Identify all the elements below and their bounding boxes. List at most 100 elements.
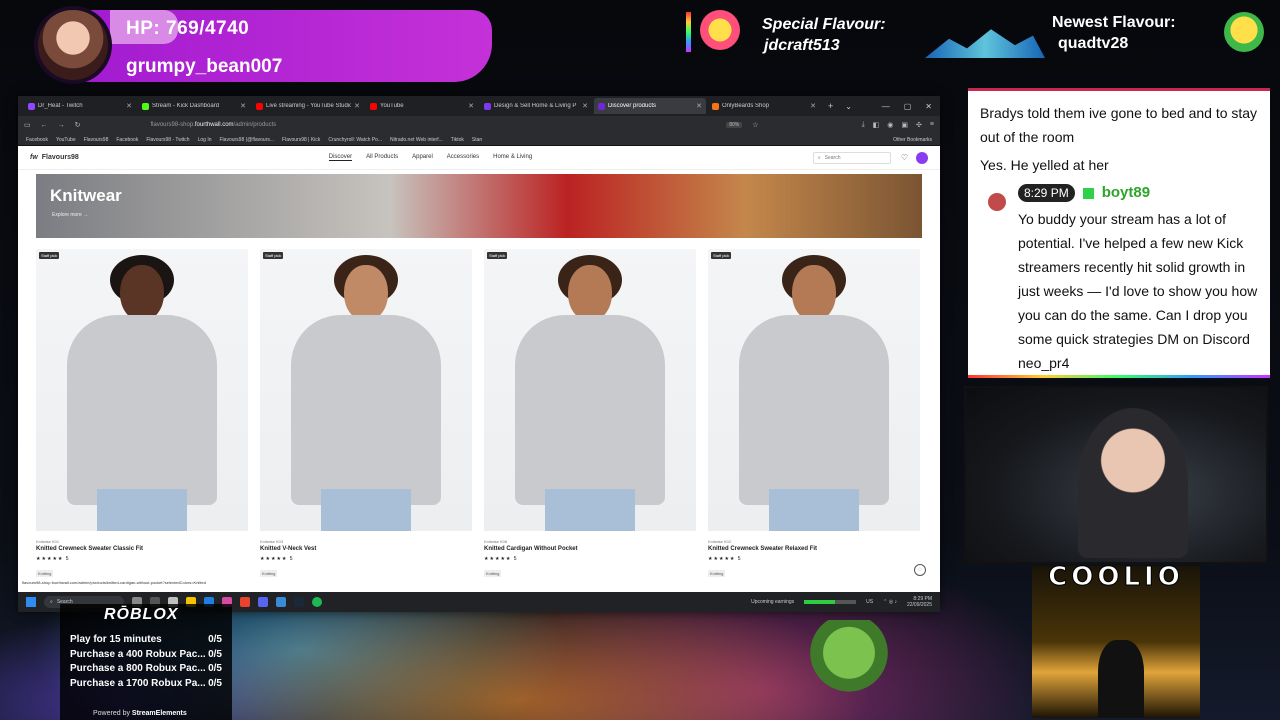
browser-tab[interactable]: OnlyBeards Shop ✕ <box>708 98 820 114</box>
extension-icon-3[interactable]: ▣ <box>901 121 908 129</box>
menu-icon[interactable]: ≡ <box>930 121 934 129</box>
tab-close-icon[interactable]: ✕ <box>126 102 132 110</box>
close-window-icon[interactable]: ✕ <box>925 102 932 111</box>
app-icon[interactable] <box>276 597 286 607</box>
bookmark-item[interactable]: Stan <box>472 137 482 143</box>
discord-icon[interactable] <box>258 597 268 607</box>
bookmark-item[interactable]: Flavours98 (@flavours... <box>220 137 275 143</box>
browser-tab[interactable]: Discover products ✕ <box>594 98 706 114</box>
download-icon[interactable]: ⤓ <box>862 121 865 129</box>
browser-tab[interactable]: Design & Sell Home & Living P ✕ <box>480 98 592 114</box>
tab-list-icon[interactable]: ⌄ <box>845 102 852 111</box>
url-field[interactable]: flavours98-shop.fourthwall.com/admin/pro… <box>151 122 277 128</box>
chat-message-body: Yo buddy your stream has a lot of potent… <box>1018 211 1258 371</box>
bookmark-item[interactable]: Facebook <box>116 137 138 143</box>
tab-close-icon[interactable]: ✕ <box>354 102 360 110</box>
spotify-icon[interactable] <box>312 597 322 607</box>
chat-message-1: Bradys told them ive gone to bed and to … <box>980 105 1258 145</box>
windows-start-icon[interactable] <box>26 597 36 607</box>
tab-close-icon[interactable]: ✕ <box>240 102 246 110</box>
site-nav-item[interactable]: Home & Living <box>493 154 532 161</box>
product-rating: ★★★★★ 5 <box>708 556 742 562</box>
tab-close-icon[interactable]: ✕ <box>582 102 588 110</box>
chat-timestamp: 8:29 PM <box>1018 184 1075 202</box>
bookmark-item[interactable]: Flavours98 - Twitch <box>146 137 189 143</box>
bookmark-item[interactable]: Tiktok <box>451 137 464 143</box>
product-card[interactable]: Staff pick Knitwise K03 Knitted V-Neck Ves… <box>260 249 472 580</box>
newest-flavour: Newest Flavour: quadtv28 <box>1052 12 1176 54</box>
product-title[interactable]: Knitted V-Neck Vest <box>260 546 472 552</box>
site-nav-item[interactable]: Apparel <box>412 154 433 161</box>
other-bookmarks[interactable]: Other Bookmarks <box>893 137 932 143</box>
lang-indicator[interactable]: US <box>866 599 873 605</box>
account-avatar[interactable] <box>916 151 928 164</box>
site-nav-item[interactable]: All Products <box>366 154 398 161</box>
product-image[interactable]: Staff pick <box>708 249 920 531</box>
tab-close-icon[interactable]: ✕ <box>468 102 474 110</box>
browser-tab[interactable]: Stream - Kick Dashboard ✕ <box>138 98 250 114</box>
roblox-goal: Purchase a 800 Robux Pac... 0/5 <box>70 663 222 678</box>
product-title[interactable]: Knitted Cardigan Without Pocket <box>484 546 696 552</box>
roblox-goal: Purchase a 1700 Robux Pa... 0/5 <box>70 678 222 693</box>
product-category: Knitting <box>484 570 502 577</box>
site-nav-item[interactable]: Discover <box>328 154 353 161</box>
back-icon[interactable]: ← <box>41 122 48 129</box>
maximize-icon[interactable]: ▢ <box>904 102 912 111</box>
hero-explore-link[interactable]: Explore more → <box>52 212 88 218</box>
reload-icon[interactable]: ↻ <box>75 121 81 129</box>
site-logo[interactable]: fw Flavours98 <box>30 154 79 161</box>
bookmark-item[interactable]: Flavours98 | Kick <box>282 137 320 143</box>
tab-close-icon[interactable]: ✕ <box>810 102 816 110</box>
product-title[interactable]: Knitted Crewneck Sweater Classic Fit <box>36 546 248 552</box>
model-head <box>792 265 836 321</box>
steam-icon[interactable] <box>294 597 304 607</box>
bookmark-item[interactable]: Flavours98 <box>84 137 109 143</box>
product-image[interactable]: Staff pick <box>36 249 248 531</box>
special-flavour: Special Flavour: jdcraft513 <box>762 14 886 56</box>
clock[interactable]: 8:29 PM 22/09/2025 <box>907 596 932 608</box>
hp-value: HP: 769/4740 <box>126 18 250 39</box>
sidebar-icon[interactable]: ▭ <box>24 121 31 129</box>
product-card[interactable]: Staff pick Knitwise K08 Knitted Cardigan W… <box>484 249 696 580</box>
bookmark-list: Facebook YouTube Flavours98 Facebook Flavour… <box>26 137 482 143</box>
browser-tab[interactable]: Live streaming - YouTube Studio ✕ <box>252 98 364 114</box>
product-card[interactable]: Staff pick Knitwise K02 Knitted Crewneck S… <box>708 249 920 580</box>
site-nav-item[interactable]: Accessories <box>447 154 479 161</box>
upcoming-earnings-widget[interactable]: Upcoming earnings <box>751 599 794 605</box>
knitwear-banner[interactable]: Knitwear Explore more → <box>36 174 922 238</box>
powered-brand: StreamElements <box>131 710 187 717</box>
product-image[interactable]: Staff pick <box>260 249 472 531</box>
tray-icons[interactable]: ⌃ ◎ ♪ <box>883 599 897 605</box>
url-path: /admin/products <box>233 122 277 128</box>
product-card[interactable]: Staff pick Knitwise K01 Knitted Crewneck S… <box>36 249 248 580</box>
minimize-icon[interactable]: — <box>882 102 890 111</box>
bookmark-item[interactable]: Crunchyroll: Watch Po... <box>328 137 382 143</box>
new-tab-icon[interactable]: + <box>828 101 833 111</box>
extension-icon-2[interactable]: ◉ <box>887 121 893 129</box>
heart-icon[interactable]: ♡ <box>901 153 908 162</box>
browser-tab[interactable]: Dr_Heat - Twitch ✕ <box>24 98 136 114</box>
support-chat-icon[interactable]: ◌ <box>914 564 926 576</box>
bookmark-item[interactable]: Nitrado.net Web interf... <box>390 137 443 143</box>
model-jeans <box>769 489 859 531</box>
browser-tab[interactable]: YouTube ✕ <box>366 98 478 114</box>
site-search-input[interactable]: ⌕ Search <box>812 151 891 164</box>
extensions-icon[interactable]: ✣ <box>916 121 922 129</box>
model-sweater <box>291 315 441 505</box>
forward-icon[interactable]: → <box>58 122 65 129</box>
roblox-goal: Play for 15 minutes 0/5 <box>70 634 222 649</box>
bookmark-item[interactable]: Log In <box>198 137 212 143</box>
special-flavour-user: jdcraft513 <box>764 37 840 54</box>
product-title[interactable]: Knitted Crewneck Sweater Relaxed Fit <box>708 546 920 552</box>
product-image[interactable]: Staff pick <box>484 249 696 531</box>
tab-title: Live streaming - YouTube Studio <box>266 103 352 109</box>
bookmark-item[interactable]: YouTube <box>56 137 76 143</box>
model-sweater <box>515 315 665 505</box>
extension-icon-1[interactable]: ◧ <box>873 121 880 129</box>
bookmark-item[interactable]: Facebook <box>26 137 48 143</box>
tab-title: OnlyBeards Shop <box>722 103 770 109</box>
tab-close-icon[interactable]: ✕ <box>696 102 702 110</box>
zoom-level[interactable]: 80% <box>726 122 743 128</box>
bookmark-star-icon[interactable]: ☆ <box>752 121 758 129</box>
browser-icon[interactable] <box>240 597 250 607</box>
